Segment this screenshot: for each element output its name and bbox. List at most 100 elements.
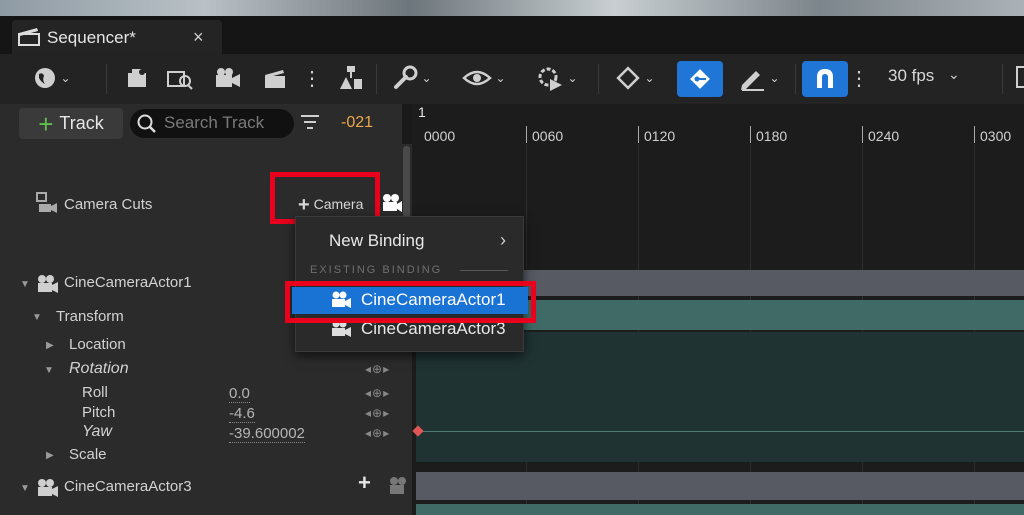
camera-icon xyxy=(216,68,240,87)
tools-dropdown-button[interactable]: ⌄ xyxy=(388,62,436,94)
wrench-icon xyxy=(394,65,418,89)
clapperboard-render-icon xyxy=(265,70,285,88)
expand-triangle-icon[interactable]: ▼ xyxy=(32,312,42,323)
ruler-label: 0240 xyxy=(868,128,900,144)
time-ruler[interactable] xyxy=(412,104,1024,144)
globe-icon xyxy=(35,68,56,88)
chevron-down-icon: ⌄ xyxy=(421,71,432,85)
toolbar-divider xyxy=(598,64,599,94)
ruler-tick xyxy=(750,126,751,143)
key-nav-controls[interactable]: ◂⊕▸ xyxy=(365,406,390,420)
actor3-label[interactable]: CineCameraActor3 xyxy=(64,478,192,495)
camera-icon[interactable] xyxy=(388,476,410,496)
ruler-tick xyxy=(974,126,975,143)
find-in-browser-button[interactable] xyxy=(164,62,196,94)
frame-rate-dropdown[interactable]: 30 fps xyxy=(888,66,934,86)
folder-search-icon xyxy=(167,71,193,90)
actor1-label[interactable]: CineCameraActor1 xyxy=(64,274,192,291)
toolbar-divider xyxy=(795,64,796,94)
chevron-down-icon: ⌄ xyxy=(769,71,780,85)
new-binding-item[interactable]: New Binding xyxy=(329,231,424,251)
search-track-field[interactable] xyxy=(130,109,294,138)
world-dropdown-button[interactable]: ⌄ xyxy=(26,62,78,94)
roll-label: Roll xyxy=(82,384,108,401)
auto-key-button[interactable] xyxy=(677,61,723,97)
more-options-icon[interactable]: ⋮ xyxy=(302,62,322,94)
yaw-curve-line xyxy=(418,431,1024,432)
camera-button[interactable] xyxy=(212,62,244,94)
pencil-icon xyxy=(741,71,765,91)
ruler-tick xyxy=(526,126,527,143)
toolbar xyxy=(0,54,1024,104)
keyframe-dropdown-button[interactable]: ⌄ xyxy=(610,62,660,94)
expand-triangle-icon[interactable]: ▼ xyxy=(20,279,30,290)
save-button[interactable] xyxy=(124,62,152,94)
ruler-label: 0060 xyxy=(532,128,564,144)
gear-play-icon xyxy=(538,67,563,91)
diamond-icon xyxy=(616,66,641,90)
ruler-tick xyxy=(862,126,863,143)
search-input[interactable] xyxy=(164,112,288,134)
collapse-triangle-icon[interactable]: ▶ xyxy=(46,450,54,461)
add-track-button[interactable]: + Track xyxy=(19,108,123,139)
actor3-transform-bar[interactable] xyxy=(416,504,1024,515)
ruler-tick xyxy=(638,126,639,143)
ruler-label: 0120 xyxy=(644,128,676,144)
panel-toggle-icon[interactable] xyxy=(1016,66,1024,88)
yaw-value[interactable]: -39.600002 xyxy=(229,425,305,443)
current-frame-display[interactable]: -021 xyxy=(341,114,373,132)
add-track-plus-icon[interactable]: + xyxy=(358,470,371,496)
camera-cuts-label: Camera Cuts xyxy=(64,196,153,213)
hierarchy-icon xyxy=(340,66,362,89)
yaw-label: Yaw xyxy=(82,423,112,440)
expand-triangle-icon[interactable]: ▼ xyxy=(44,365,54,376)
plus-icon: + xyxy=(38,108,54,139)
pitch-value[interactable]: -4.6 xyxy=(229,405,255,423)
toolbar-divider xyxy=(106,64,107,94)
ruler-label: 0000 xyxy=(424,128,456,144)
playhead-marker[interactable]: 1 xyxy=(418,104,426,120)
view-dropdown-button[interactable]: ⌄ xyxy=(458,62,510,94)
collapse-triangle-icon[interactable]: ▶ xyxy=(46,340,54,351)
ruler-label: 0300 xyxy=(980,128,1012,144)
snap-options-icon[interactable]: ⋮ xyxy=(849,62,869,94)
menu-divider xyxy=(460,270,508,271)
clapperboard-icon xyxy=(18,28,40,46)
location-label[interactable]: Location xyxy=(69,336,126,353)
actor3-binding-bar[interactable] xyxy=(416,472,1024,500)
playback-settings-button[interactable]: ⌄ xyxy=(532,62,582,94)
key-diamond-icon xyxy=(690,69,710,89)
toolbar-divider xyxy=(376,64,377,94)
add-track-label: Track xyxy=(59,113,104,133)
chevron-down-icon[interactable]: ⌄ xyxy=(948,66,960,83)
snap-button[interactable] xyxy=(802,61,848,97)
chevron-down-icon: ⌄ xyxy=(567,71,578,85)
roll-value[interactable]: 0.0 xyxy=(229,385,250,403)
scale-label[interactable]: Scale xyxy=(69,446,107,463)
viewport-strip xyxy=(0,0,1024,16)
edit-dropdown-button[interactable]: ⌄ xyxy=(734,62,784,94)
transform-label[interactable]: Transform xyxy=(56,308,124,325)
highlight-actor1-item xyxy=(285,281,536,323)
expand-triangle-icon[interactable]: ▼ xyxy=(20,483,30,494)
eye-icon xyxy=(462,70,493,86)
existing-binding-header: EXISTING BINDING xyxy=(310,264,443,276)
chevron-down-icon: ⌄ xyxy=(60,71,71,85)
chevron-down-icon: ⌄ xyxy=(644,71,655,85)
key-nav-controls[interactable]: ◂⊕▸ xyxy=(365,426,390,440)
key-nav-controls[interactable]: ◂⊕▸ xyxy=(365,386,390,400)
hierarchy-button[interactable] xyxy=(334,62,366,94)
rotation-label[interactable]: Rotation xyxy=(69,360,129,378)
ruler-label: 0180 xyxy=(756,128,788,144)
magnet-icon xyxy=(817,69,833,88)
render-movie-button[interactable] xyxy=(260,62,292,94)
close-icon[interactable]: × xyxy=(193,27,204,48)
save-icon xyxy=(128,69,146,87)
tab-title: Sequencer* xyxy=(47,28,136,47)
pitch-label: Pitch xyxy=(82,404,116,421)
camera-cuts-icon xyxy=(36,192,57,213)
key-nav-controls[interactable]: ◂⊕▸ xyxy=(365,362,390,376)
camera-icon[interactable] xyxy=(381,193,403,213)
search-icon xyxy=(137,114,156,133)
filter-icon[interactable] xyxy=(300,113,320,131)
